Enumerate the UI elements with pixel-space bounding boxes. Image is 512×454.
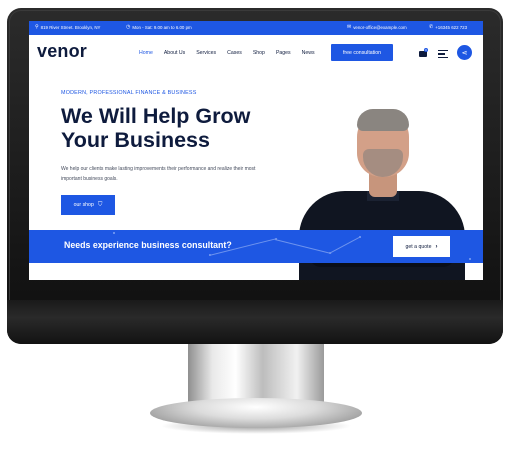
email-item[interactable]: ✉ venor-office@example.com: [347, 24, 407, 31]
hours-item: ◷ Mon - Sat: 9.00 am to 6.00 pm: [126, 24, 192, 31]
nav-item-home[interactable]: Home: [139, 50, 153, 56]
photo-hair: [357, 109, 409, 131]
get-a-quote-label: get a quote: [405, 243, 432, 250]
email-link[interactable]: venor-office@example.com: [353, 25, 406, 30]
hero-eyebrow: MODERN, PROFESSIONAL FINANCE & BUSINESS: [61, 90, 197, 96]
clock-icon: ◷: [126, 24, 131, 30]
cart-icon[interactable]: 0: [419, 48, 428, 58]
hero-description: We help our clients make lasting improve…: [61, 166, 256, 182]
cart-count-badge: 0: [424, 48, 428, 52]
website-screen: ⚲ 819 River Street. Brooklyn, NY ◷ Mon -…: [29, 21, 483, 280]
main-navigation: venor Home About Us Services Cases Shop …: [29, 35, 483, 71]
hours-text: Mon - Sat: 9.00 am to 6.00 pm: [132, 25, 192, 30]
nav-menu: Home About Us Services Cases Shop Pages …: [139, 50, 315, 56]
nav-item-news[interactable]: News: [302, 50, 315, 56]
phone-icon: ✆: [429, 24, 434, 30]
band-dot: [113, 232, 115, 234]
band-headline: Needs experience business consultant?: [64, 240, 232, 250]
address-text: 819 River Street. Brooklyn, NY: [40, 25, 101, 30]
share-icon[interactable]: ⋖: [457, 45, 472, 60]
menu-line: [438, 53, 445, 55]
site-logo[interactable]: venor: [37, 41, 87, 62]
phone-item[interactable]: ✆ +16345 622 723: [429, 24, 467, 31]
nav-item-about[interactable]: About Us: [164, 50, 185, 56]
monitor-stand-neck: [188, 343, 324, 405]
cta-band: Needs experience business consultant? ge…: [29, 230, 483, 263]
location-icon: ⚲: [35, 24, 39, 30]
band-line: [274, 239, 332, 254]
menu-line: [438, 56, 448, 59]
menu-line: [438, 50, 448, 52]
band-dot: [469, 258, 471, 260]
menu-icon[interactable]: [438, 50, 448, 59]
hero-section: MODERN, PROFESSIONAL FINANCE & BUSINESS …: [29, 71, 483, 280]
mail-icon: ✉: [347, 24, 352, 30]
monitor-chin: [7, 300, 503, 344]
get-a-quote-button[interactable]: get a quote ›: [393, 236, 450, 257]
our-shop-label: our shop: [73, 202, 94, 208]
nav-item-pages[interactable]: Pages: [276, 50, 291, 56]
our-shop-button[interactable]: our shop ⛉: [61, 195, 115, 215]
cart-small-icon: ⛉: [97, 201, 103, 208]
nav-item-shop[interactable]: Shop: [253, 50, 265, 56]
address-item: ⚲ 819 River Street. Brooklyn, NY: [35, 24, 101, 31]
free-consultation-button[interactable]: free consultation: [331, 44, 393, 61]
top-info-bar: ⚲ 819 River Street. Brooklyn, NY ◷ Mon -…: [29, 21, 483, 35]
band-line: [329, 237, 360, 254]
desktop-mockup: ⚲ 819 River Street. Brooklyn, NY ◷ Mon -…: [0, 0, 512, 454]
hero-headline: We Will Help Grow Your Business: [61, 104, 251, 152]
phone-link[interactable]: +16345 622 723: [435, 25, 467, 30]
arrow-right-icon: ›: [435, 243, 438, 250]
nav-item-cases[interactable]: Cases: [227, 50, 242, 56]
nav-item-services[interactable]: Services: [196, 50, 216, 56]
monitor-stand-base: [150, 398, 362, 428]
